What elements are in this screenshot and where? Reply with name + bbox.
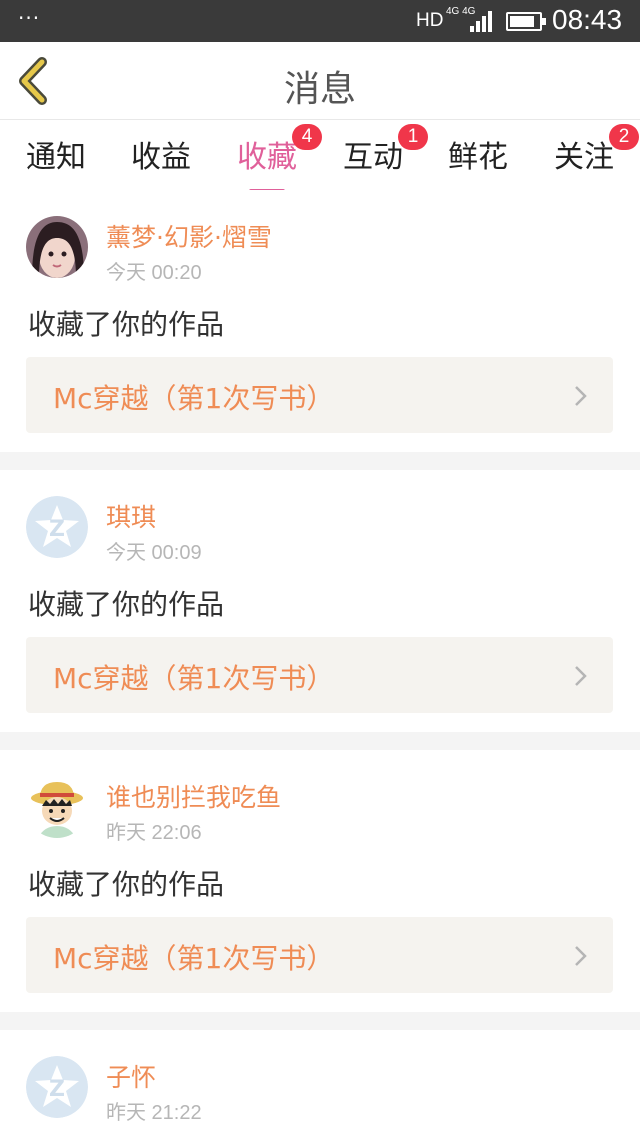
tab-label: 通知 [26, 140, 86, 175]
tab-notifications[interactable]: 通知 [11, 132, 101, 190]
work-link[interactable]: Mc穿越（第1次写书） [26, 917, 613, 993]
chevron-right-icon [575, 666, 587, 686]
battery-level [510, 16, 534, 27]
timestamp: 今天 00:09 [106, 542, 202, 564]
username[interactable]: 琪琪 [106, 498, 156, 534]
unread-badge: 2 [609, 124, 639, 150]
username[interactable]: 子怀 [106, 1058, 156, 1094]
work-link[interactable]: Mc穿越（第1次写书） [26, 357, 613, 433]
message-card: 薰梦·幻影·熠雪 今天 00:20 收藏了你的作品 Mc穿越（第1次写书） [0, 190, 640, 452]
tab-label: 收藏 [237, 140, 297, 175]
avatar[interactable] [26, 216, 88, 278]
status-notification-dots: ··· [18, 6, 41, 30]
chevron-right-icon [575, 386, 587, 406]
timestamp: 昨天 22:06 [106, 822, 202, 844]
timestamp: 昨天 21:22 [106, 1102, 202, 1124]
svg-text:Z: Z [49, 1077, 65, 1102]
signal-icon [470, 10, 498, 32]
tab-label: 鲜花 [448, 140, 508, 175]
chevron-right-icon [575, 946, 587, 966]
timestamp: 今天 00:20 [106, 262, 202, 284]
tab-label: 互动 [343, 140, 403, 175]
status-time: 08:43 [552, 4, 623, 35]
tab-bar: 通知 收益 收藏 4 互动 1 鲜花 关注 2 [0, 120, 640, 193]
message-card: Z 琪琪 今天 00:09 收藏了你的作品 Mc穿越（第1次写书） [0, 470, 640, 732]
work-title: Mc穿越（第1次写书） [53, 662, 335, 695]
tab-interactions[interactable]: 互动 1 [328, 124, 428, 190]
unread-badge: 1 [398, 124, 428, 150]
username[interactable]: 薰梦·幻影·熠雪 [106, 218, 272, 254]
svg-text:Z: Z [49, 517, 65, 542]
tab-flowers[interactable]: 鲜花 [433, 132, 523, 190]
avatar[interactable] [26, 776, 88, 838]
tab-label: 关注 [554, 140, 614, 175]
tab-label: 收益 [131, 140, 191, 175]
status-bar: ··· HD 4G 4G 08:43 [0, 0, 640, 42]
battery-icon [506, 12, 546, 31]
username[interactable]: 谁也别拦我吃鱼 [106, 778, 281, 814]
message-card: 谁也别拦我吃鱼 昨天 22:06 收藏了你的作品 Mc穿越（第1次写书） [0, 750, 640, 1012]
message-text: 收藏了你的作品 [28, 868, 225, 901]
hd-indicator: HD [416, 10, 444, 31]
avatar[interactable]: Z [26, 496, 88, 558]
message-text: 收藏了你的作品 [28, 308, 225, 341]
page-title: 消息 [283, 69, 356, 110]
message-card: Z 子怀 昨天 21:22 [0, 1030, 640, 1138]
message-text: 收藏了你的作品 [28, 588, 225, 621]
tab-follows[interactable]: 关注 2 [539, 124, 639, 190]
work-link[interactable]: Mc穿越（第1次写书） [26, 637, 613, 713]
avatar[interactable]: Z [26, 1056, 88, 1118]
work-title: Mc穿越（第1次写书） [53, 382, 335, 415]
work-title: Mc穿越（第1次写书） [53, 942, 335, 975]
header: 消息 [0, 42, 640, 120]
tab-earnings[interactable]: 收益 [116, 132, 206, 190]
tab-favorites[interactable]: 收藏 4 [222, 124, 322, 193]
unread-badge: 4 [292, 124, 322, 150]
